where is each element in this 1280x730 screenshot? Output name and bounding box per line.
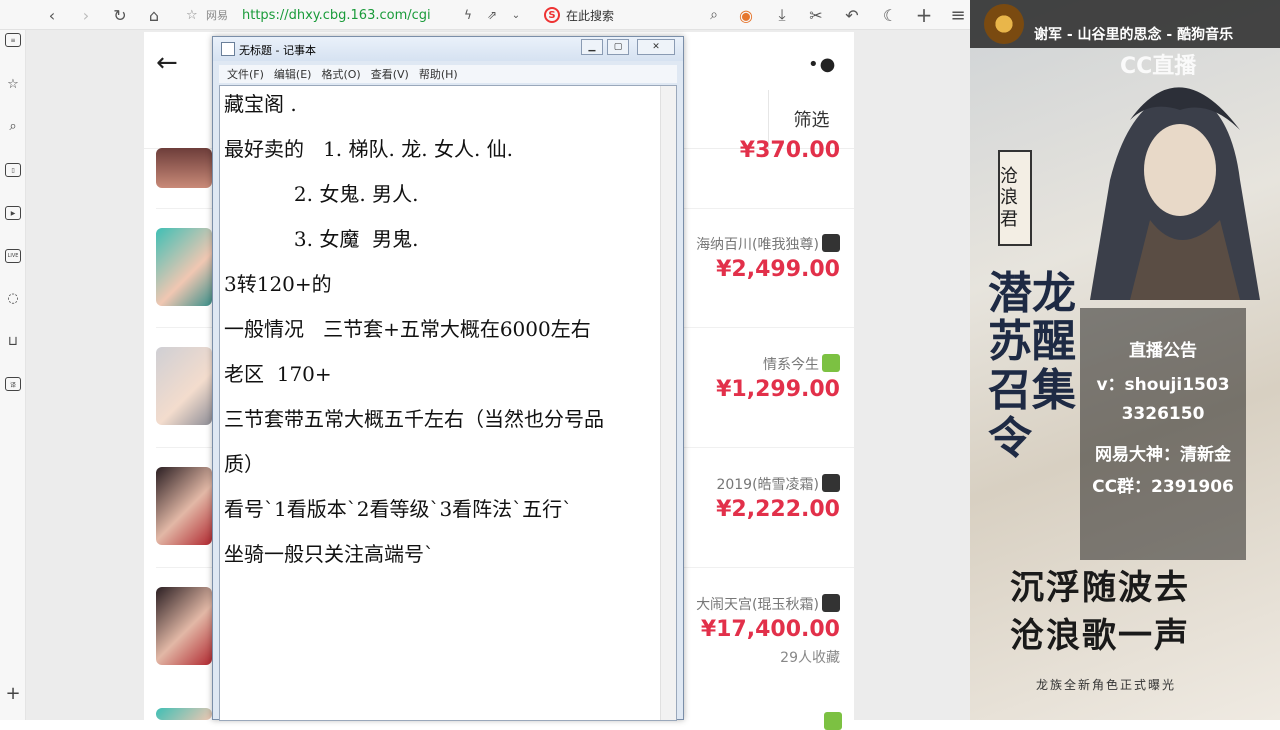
filter-label: 筛选 xyxy=(793,110,830,131)
text-line: 最好卖的 1. 梯队. 龙. 女人. 仙. xyxy=(224,137,514,161)
slogan-line: 沉浮随波去 xyxy=(1010,568,1190,608)
event-title: 潜龙苏醒召集令 xyxy=(988,268,1076,465)
browser-sidebar: ≡ ☆ ⌕ ▯ ▶ LIVE ◌ ⊔ 译 + xyxy=(0,30,26,720)
item-price: ¥2,499.00 xyxy=(716,257,840,282)
scissors-icon[interactable]: ✂ xyxy=(804,3,828,27)
item-thumbnail[interactable] xyxy=(156,708,212,720)
apple-icon xyxy=(822,594,840,612)
menu-icon[interactable]: ≡ xyxy=(946,3,970,27)
lightning-icon[interactable]: ϟ xyxy=(456,3,480,27)
notepad-menubar: 文件(F) 编辑(E) 格式(O) 查看(V) 帮助(H) xyxy=(219,65,677,83)
announcement-caption: 龙族全新角色正式曝光 xyxy=(1036,678,1177,692)
bookmark-star-icon[interactable]: ☆ xyxy=(186,8,206,23)
notepad-title: 无标题 - 记事本 xyxy=(239,44,316,57)
notepad-scrollbar[interactable] xyxy=(660,86,676,720)
music-bar: 谢军 - 山谷里的思念 - 酷狗音乐 xyxy=(970,0,1280,48)
notice-line: CC群：2391906 xyxy=(1092,477,1234,497)
browser-toolbar: ‹ › ↻ ⌂ ☆ 网易 https://dhxy.cbg.163.com/cg… xyxy=(0,0,970,30)
undo-icon[interactable]: ↶ xyxy=(840,3,864,27)
favorite-count: 29人收藏 xyxy=(780,650,840,666)
reader-icon[interactable]: ≡ xyxy=(5,33,21,47)
stream-overlay: 谢军 - 山谷里的思念 - 酷狗音乐 CC直播 沧浪君 潜龙苏醒召集令 直播公告… xyxy=(970,0,1280,720)
translate-icon[interactable]: 译 xyxy=(5,377,21,391)
text-line: 2. 女鬼. 男人. xyxy=(224,182,419,206)
text-line: 藏宝阁 . xyxy=(224,92,297,116)
platform-logo: CC直播 xyxy=(1120,54,1197,79)
android-icon xyxy=(824,712,842,730)
android-icon xyxy=(822,354,840,372)
notepad-icon xyxy=(221,42,235,56)
character-tag: 沧浪君 xyxy=(998,150,1032,246)
item-name: 2019(皓雪凌霜) xyxy=(716,474,840,494)
text-line: 坐骑一般只关注高端号` xyxy=(224,542,434,566)
text-line: 看号`1看版本`2看等级`3看阵法`五行` xyxy=(224,497,573,521)
notepad-titlebar[interactable]: 无标题 - 记事本 ▁ ▢ ✕ xyxy=(213,37,683,61)
search-engine-icon[interactable]: S xyxy=(544,7,560,23)
more-icon[interactable]: •● xyxy=(808,54,836,75)
url-text[interactable]: https://dhxy.cbg.163.com/cgi xyxy=(242,8,431,23)
text-line: 3. 女魔 男鬼. xyxy=(224,227,419,251)
game-icon[interactable]: ◉ xyxy=(734,3,758,27)
item-thumbnail[interactable] xyxy=(156,467,212,545)
text-line: 一般情况 三节套+五常大概在6000左右 xyxy=(224,317,591,341)
text-line: 3转120+的 xyxy=(224,272,332,296)
menu-view[interactable]: 查看(V) xyxy=(371,66,409,82)
book-icon[interactable]: ▯ xyxy=(5,163,21,177)
item-thumbnail[interactable] xyxy=(156,587,212,665)
menu-help[interactable]: 帮助(H) xyxy=(419,66,458,82)
download-icon[interactable]: ⤓ xyxy=(770,3,794,27)
cart-icon[interactable]: ⊔ xyxy=(3,331,23,351)
video-icon[interactable]: ▶ xyxy=(5,206,21,220)
item-name: 情系今生 xyxy=(763,354,840,374)
back-arrow-icon[interactable]: ← xyxy=(156,48,178,78)
add-icon[interactable]: + xyxy=(3,683,23,704)
minimize-button[interactable]: ▁ xyxy=(581,39,603,55)
character-artwork xyxy=(1030,60,1270,300)
menu-edit[interactable]: 编辑(E) xyxy=(274,66,312,82)
dropdown-icon[interactable]: ⌄ xyxy=(504,3,528,27)
text-line: 三节套带五常大概五千左右（当然也分号品 xyxy=(224,407,604,431)
apple-icon xyxy=(822,234,840,252)
item-thumbnail[interactable] xyxy=(156,148,212,188)
item-price: ¥2,222.00 xyxy=(716,497,840,522)
favorites-icon[interactable]: ☆ xyxy=(3,74,23,94)
music-disc-icon xyxy=(984,4,1024,44)
search-icon[interactable]: ⌕ xyxy=(702,3,726,27)
song-title: 谢军 - 山谷里的思念 - 酷狗音乐 xyxy=(1034,27,1234,43)
new-tab-icon[interactable]: + xyxy=(912,3,936,27)
maximize-button[interactable]: ▢ xyxy=(607,39,629,55)
site-name: 网易 xyxy=(206,9,228,22)
slogan-line: 沧浪歌一声 xyxy=(1010,616,1190,656)
menu-file[interactable]: 文件(F) xyxy=(227,66,264,82)
partial-price: ¥370.00 xyxy=(739,138,840,163)
live-icon[interactable]: LIVE xyxy=(5,249,21,263)
menu-format[interactable]: 格式(O) xyxy=(321,66,360,82)
item-name: 大闹天宫(琨玉秋霜) xyxy=(696,594,840,614)
chat-icon[interactable]: ◌ xyxy=(3,288,23,308)
sidebar-search-icon[interactable]: ⌕ xyxy=(3,116,23,136)
close-button[interactable]: ✕ xyxy=(637,39,675,55)
share-icon[interactable]: ⇗ xyxy=(480,3,504,27)
home-icon[interactable]: ⌂ xyxy=(142,3,166,27)
text-line: 质） xyxy=(224,452,264,476)
item-thumbnail[interactable] xyxy=(156,228,212,306)
back-icon[interactable]: ‹ xyxy=(40,3,64,27)
item-thumbnail[interactable] xyxy=(156,347,212,425)
night-mode-icon[interactable]: ☾ xyxy=(878,3,902,27)
apple-icon xyxy=(822,474,840,492)
forward-icon[interactable]: › xyxy=(74,3,98,27)
notice-title: 直播公告 xyxy=(1129,341,1197,361)
search-placeholder: 在此搜索 xyxy=(566,8,615,23)
notepad-window[interactable]: 无标题 - 记事本 ▁ ▢ ✕ 文件(F) 编辑(E) 格式(O) 查看(V) … xyxy=(212,36,684,721)
notice-line: v：shouji1503 xyxy=(1096,375,1230,395)
item-name: 海纳百川(唯我独尊) xyxy=(696,234,840,254)
item-price: ¥17,400.00 xyxy=(700,617,840,642)
item-price: ¥1,299.00 xyxy=(716,377,840,402)
notice-line: 网易大神：清新金 xyxy=(1095,445,1231,465)
notice-line: 3326150 xyxy=(1121,404,1205,424)
notepad-text-area[interactable]: 藏宝阁 . 最好卖的 1. 梯队. 龙. 女人. 仙. 2. 女鬼. 男人. 3… xyxy=(219,85,677,721)
text-line: 老区 170+ xyxy=(224,362,332,386)
stream-notice: 直播公告 v：shouji1503 3326150 网易大神：清新金 CC群：2… xyxy=(1080,308,1246,560)
refresh-icon[interactable]: ↻ xyxy=(108,3,132,27)
